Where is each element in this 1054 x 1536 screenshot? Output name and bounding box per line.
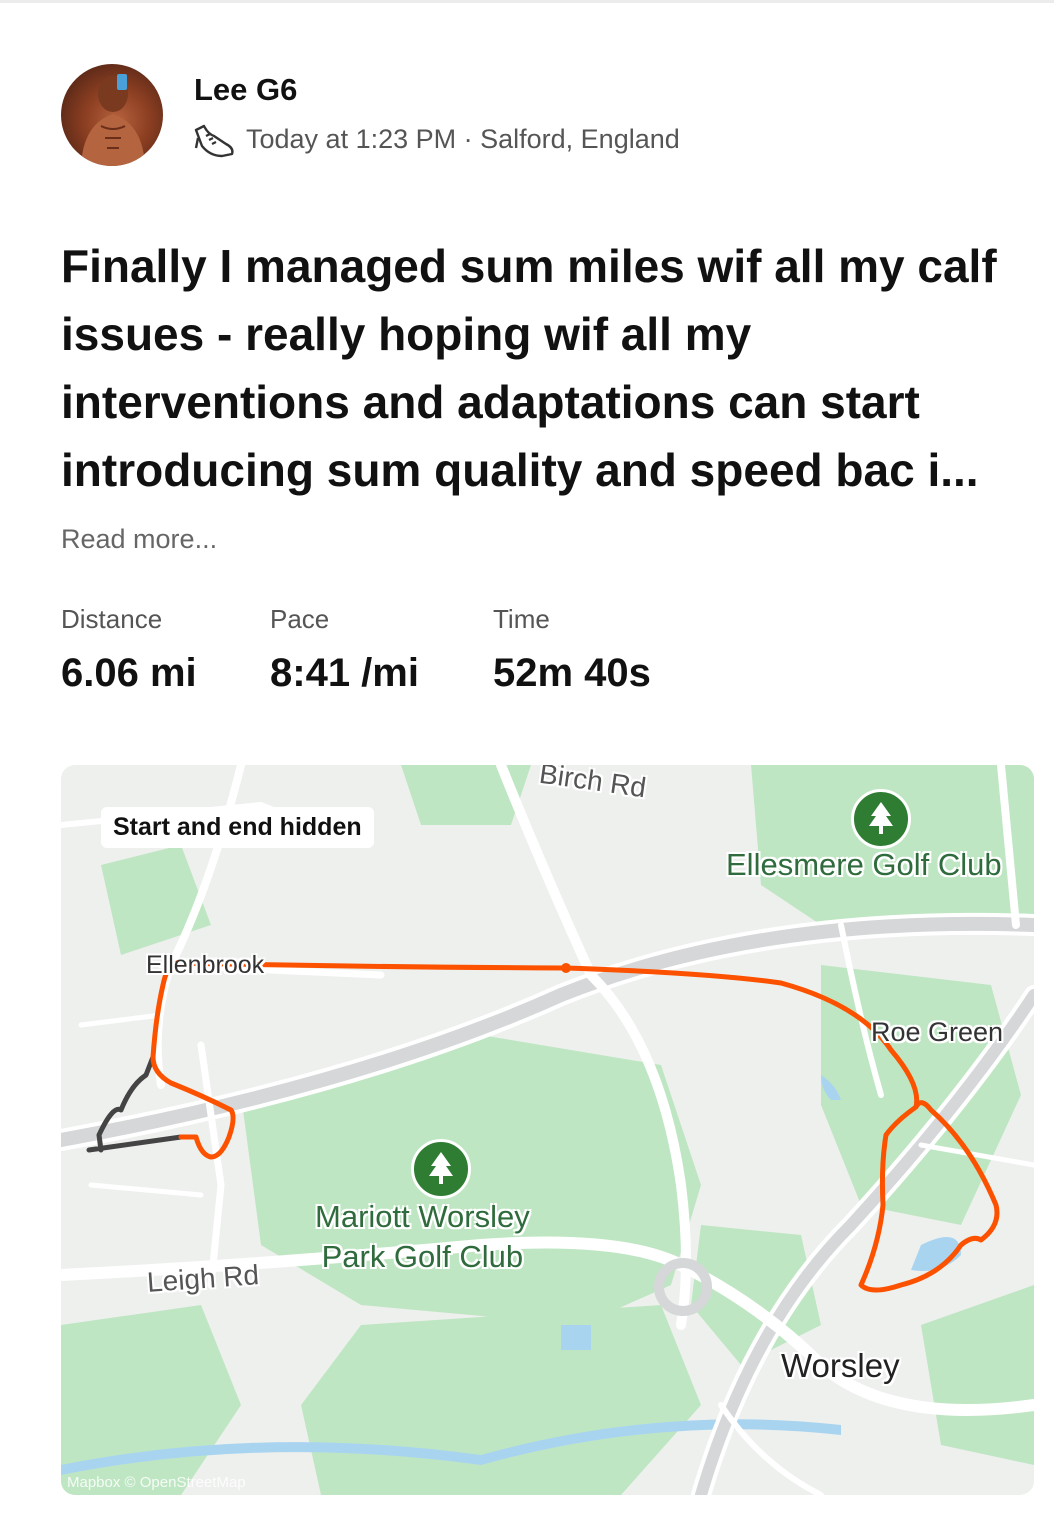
running-shoe-icon bbox=[194, 124, 234, 158]
map-attribution[interactable]: Mapbox © OpenStreetMap bbox=[67, 1474, 246, 1491]
road bbox=[78, 1012, 164, 1028]
route-point bbox=[561, 963, 571, 973]
road bbox=[88, 1182, 204, 1198]
map-label-ellenbrook: Ellenbrook bbox=[146, 951, 265, 979]
park-area bbox=[301, 1305, 701, 1495]
stat-label: Pace bbox=[270, 604, 330, 634]
stat-distance: Distance 6.06 mi bbox=[61, 604, 197, 696]
stat-value: 8:41 /mi bbox=[270, 651, 419, 695]
stat-pace: Pace 8:41 /mi bbox=[270, 604, 419, 696]
meta-separator: · bbox=[456, 124, 481, 154]
road bbox=[197, 1041, 225, 1289]
map-label-worsley: Worsley bbox=[781, 1347, 900, 1384]
map-label-mariott-golf-club: Mariott Worsley Park Golf Club bbox=[315, 1197, 530, 1277]
tree-icon bbox=[851, 789, 911, 849]
park-area bbox=[821, 965, 1021, 1225]
stat-label: Distance bbox=[61, 604, 163, 634]
map-label-ellesmere-golf-club: Ellesmere Golf Club bbox=[726, 847, 1002, 882]
avatar[interactable] bbox=[61, 64, 163, 166]
stat-value: 6.06 mi bbox=[61, 651, 197, 695]
stat-value: 52m 40s bbox=[493, 651, 651, 695]
water-body bbox=[561, 1325, 591, 1350]
read-more-link[interactable]: Read more... bbox=[61, 524, 217, 555]
route-map[interactable]: Start and end hidden Birch Rd Ellesmere … bbox=[61, 765, 1034, 1495]
activity-meta: Today at 1:23 PM · Salford, England bbox=[246, 124, 680, 155]
athlete-name[interactable]: Lee G6 bbox=[194, 72, 297, 108]
activity-title[interactable]: Finally I managed sum miles wif all my c… bbox=[61, 232, 1046, 504]
tree-icon bbox=[411, 1139, 471, 1199]
privacy-badge: Start and end hidden bbox=[101, 807, 374, 848]
activity-time: Today at 1:23 PM bbox=[246, 124, 457, 154]
map-label-roe-green: Roe Green bbox=[871, 1017, 1004, 1047]
activity-feed-card: Lee G6 Today at 1:23 PM · Salford, Engla… bbox=[0, 0, 1054, 1536]
stat-time: Time 52m 40s bbox=[493, 604, 651, 696]
stat-label: Time bbox=[493, 604, 550, 634]
map-label-line: Park Golf Club bbox=[321, 1239, 524, 1274]
map-label-line: Mariott Worsley bbox=[315, 1199, 530, 1234]
park-area bbox=[101, 845, 211, 955]
park-area bbox=[921, 1285, 1034, 1465]
top-divider bbox=[0, 0, 1054, 3]
activity-location: Salford, England bbox=[480, 124, 680, 154]
